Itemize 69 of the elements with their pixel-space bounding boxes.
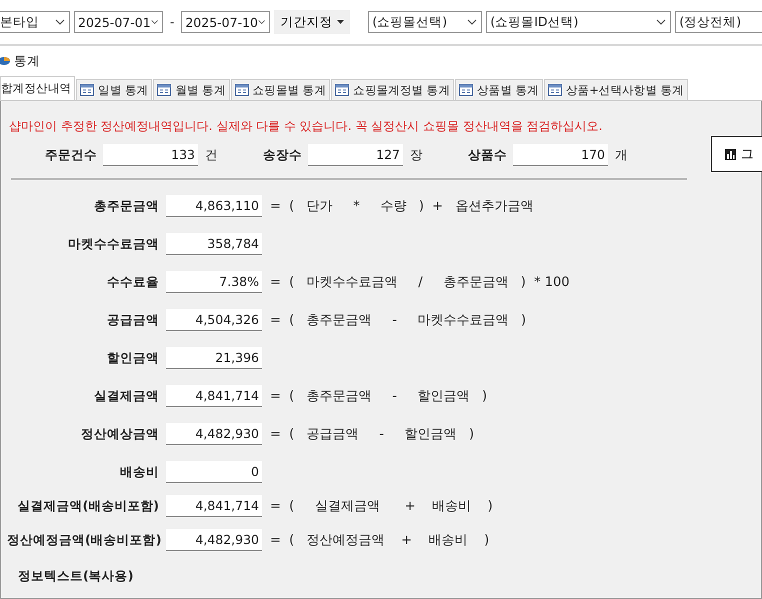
count-label: 상품수 xyxy=(468,146,507,164)
chevron-down-icon xyxy=(467,19,478,25)
amount-label: 할인금액 xyxy=(106,350,159,366)
formula-text: = ( 총주문금액 - 마켓수수료금액 ) xyxy=(270,312,526,329)
tab[interactable]: 상품별 통계 xyxy=(455,79,543,100)
table-icon xyxy=(335,84,350,96)
period-button[interactable]: 기간지정 xyxy=(274,10,350,34)
table-icon xyxy=(234,84,249,96)
panel-title: 통계 xyxy=(14,52,40,70)
table-icon xyxy=(80,84,94,96)
amount-field[interactable]: 4,482,930 xyxy=(166,423,262,445)
tab[interactable]: 월별 통계 xyxy=(153,79,230,100)
tab[interactable]: 일별 통계 xyxy=(76,79,152,100)
date-separator: - xyxy=(169,15,176,29)
amount-label: 수수료율 xyxy=(106,274,159,290)
formula-text: = ( 단가 * 수량 ) + 옵션추가금액 xyxy=(270,198,534,215)
chevron-down-icon xyxy=(656,19,666,25)
pie-chart-icon xyxy=(0,56,10,66)
formula-text: = ( 공급금액 - 할인금액 ) xyxy=(270,426,474,443)
formula-text: = ( 마켓수수료금액 / 총주문금액 ) * 100 xyxy=(270,274,570,291)
amount-label: 실결제금액 xyxy=(93,388,159,404)
status-select[interactable]: (정상전체) xyxy=(675,11,762,33)
table-icon xyxy=(459,84,474,96)
amount-label: 정산예정금액(배송비포함) xyxy=(7,532,159,548)
amount-label: 정산예상금액 xyxy=(80,426,159,442)
chart-button[interactable]: 그 xyxy=(711,136,762,172)
amount-label: 공급금액 xyxy=(106,312,159,328)
amount-field[interactable]: 4,841,714 xyxy=(166,495,262,517)
tab[interactable]: 합계정산내역 xyxy=(0,76,76,100)
tab[interactable]: 쇼핑몰별 통계 xyxy=(230,79,330,100)
date-to-picker[interactable]: 2025-07-10 xyxy=(181,11,270,33)
amount-field[interactable]: 4,863,110 xyxy=(166,195,262,217)
unit-label: 건 xyxy=(205,146,218,164)
amount-field[interactable]: 4,841,714 xyxy=(166,385,262,407)
chevron-down-icon xyxy=(150,19,158,25)
amount-field[interactable]: 0 xyxy=(166,461,262,483)
type-select[interactable]: 본타입 xyxy=(0,11,70,33)
amount-field[interactable]: 358,784 xyxy=(166,233,262,255)
tab[interactable]: 상품+선택사항별 통계 xyxy=(544,79,688,100)
caret-icon xyxy=(337,20,344,24)
mall-id-select[interactable]: (쇼핑몰ID선택) xyxy=(486,11,672,33)
table-icon xyxy=(548,84,562,96)
amount-field[interactable]: 4,504,326 xyxy=(166,309,262,331)
chevron-down-icon xyxy=(258,19,266,25)
formula-text: = ( 실결제금액 + 배송비 ) xyxy=(270,498,493,515)
amount-field[interactable]: 21,396 xyxy=(166,347,262,369)
count-label: 주문건수 xyxy=(45,146,97,164)
count-field[interactable]: 170 xyxy=(513,144,608,166)
amount-field[interactable]: 7.38% xyxy=(166,271,262,293)
formula-text: = ( 정산예정금액 + 배송비 ) xyxy=(270,532,490,549)
count-field[interactable]: 133 xyxy=(103,144,198,166)
count-label: 송장수 xyxy=(263,146,302,164)
bar-chart-icon xyxy=(725,148,736,160)
table-icon xyxy=(157,84,172,96)
notice-text: 샵마인이 추정한 정산예정내역입니다. 실제와 다를 수 있습니다. 꼭 실정산시 쇼핑몰 정산내역을 점검하십시오. xyxy=(9,118,604,135)
info-text-label: 정보텍스트(복사용) xyxy=(18,568,134,585)
date-from-picker[interactable]: 2025-07-01 xyxy=(74,11,163,33)
count-field[interactable]: 127 xyxy=(308,144,403,166)
mall-select[interactable]: (쇼핑몰선택) xyxy=(368,11,482,33)
chevron-down-icon xyxy=(55,19,65,25)
amount-label: 배송비 xyxy=(119,464,159,480)
amount-label: 총주문금액 xyxy=(93,198,159,214)
formula-text: = ( 총주문금액 - 할인금액 ) xyxy=(270,388,488,405)
unit-label: 장 xyxy=(410,146,423,164)
unit-label: 개 xyxy=(615,146,628,164)
amount-field[interactable]: 4,482,930 xyxy=(166,529,262,551)
amount-label: 마켓수수료금액 xyxy=(67,236,159,252)
amount-label: 실결제금액(배송비포함) xyxy=(16,498,159,514)
tab[interactable]: 쇼핑몰계정별 통계 xyxy=(331,79,454,100)
